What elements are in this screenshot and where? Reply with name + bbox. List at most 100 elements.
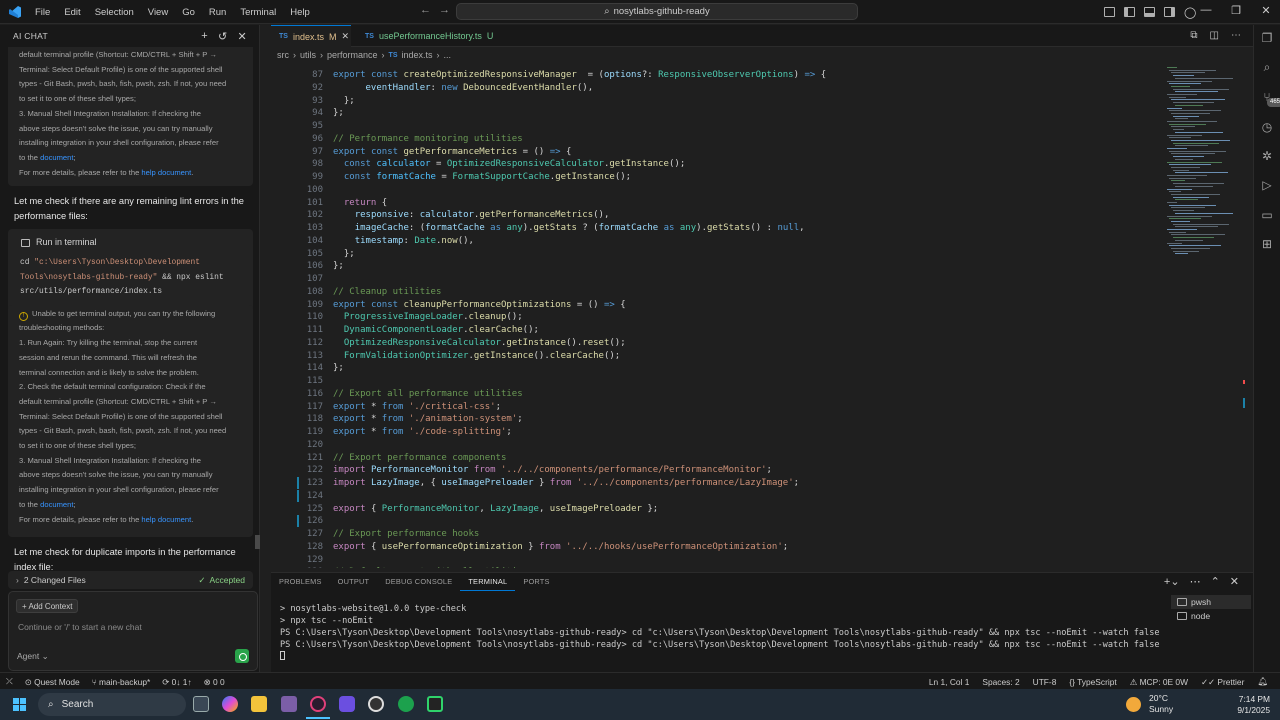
code-line[interactable]: export { PerformanceMonitor, LazyImage, … [333,503,658,516]
code-line[interactable]: return { [333,197,387,210]
code-line[interactable]: FormValidationOptimizer.getInstance().cl… [333,350,620,363]
forward-arrow-icon[interactable]: → [439,4,450,16]
back-arrow-icon[interactable]: ← [420,4,431,16]
code-line[interactable]: const calculator = OptimizedResponsiveCa… [333,158,685,171]
code-line[interactable]: // Export performance hooks [333,528,479,541]
mcp-status[interactable]: ⚠ MCP: 0E 0W [1130,677,1188,687]
changed-files-bar[interactable]: › 2 Changed Files ✓ Accepted [8,571,253,589]
maximize-panel-icon[interactable]: ⌃ [1211,575,1220,588]
menu-view[interactable]: View [141,7,175,18]
branch-indicator[interactable]: ⑂ main-backup* [92,677,151,687]
file-explorer-icon[interactable] [251,696,267,712]
code-line[interactable]: ProgressiveImageLoader.cleanup(); [333,311,523,324]
task-view-icon[interactable] [193,696,209,712]
chat-input-box[interactable]: + Add Context Continue or '/' to start a… [8,591,258,671]
close-tab-icon[interactable]: ✕ [341,31,349,42]
tab-problems[interactable]: PROBLEMS [271,577,330,591]
document-link[interactable]: document [40,500,73,509]
breadcrumb-src[interactable]: src [277,50,289,60]
menu-edit[interactable]: Edit [57,7,87,18]
code-line[interactable]: eventHandler: new DebouncedEventHandler(… [333,82,594,95]
more-actions-icon[interactable]: ⋯ [1190,575,1201,588]
tab-ports[interactable]: PORTS [515,577,557,591]
tab-index-ts[interactable]: TS index.ts M ✕ [271,25,351,47]
breadcrumb-file[interactable]: index.ts [402,50,433,60]
prettier-status[interactable]: ✓✓ Prettier [1201,677,1244,687]
code-line[interactable]: timestamp: Date.now(), [333,235,474,248]
menu-file[interactable]: File [28,7,57,18]
tab-output[interactable]: OUTPUT [330,577,378,591]
sync-indicator[interactable]: ⟳ 0↓ 1↑ [162,677,191,687]
windows-start-icon[interactable] [13,698,27,712]
code-line[interactable]: OptimizedResponsiveCalculator.getInstanc… [333,337,626,350]
agent-mode-select[interactable]: Agent ⌄ [17,651,49,662]
code-line[interactable]: DynamicComponentLoader.clearCache(); [333,324,539,337]
system-clock[interactable]: 7:14 PM 9/1/2025 [1237,694,1270,716]
document-link[interactable]: document [40,153,73,162]
code-line[interactable]: export * from './code-splitting'; [333,426,512,439]
menu-go[interactable]: Go [175,7,202,18]
tab-debug-console[interactable]: DEBUG CONSOLE [377,577,460,591]
encoding[interactable]: UTF-8 [1033,677,1057,687]
cursor-position[interactable]: Ln 1, Col 1 [929,677,970,687]
chat-messages[interactable]: default terminal profile (Shortcut: CMD/… [8,47,253,613]
run-in-terminal-header[interactable]: Run in terminal [8,229,253,256]
code-line[interactable]: import LazyImage, { useImagePreloader } … [333,477,799,490]
minimap[interactable] [1161,65,1246,568]
code-line[interactable]: import PerformanceMonitor from '../../co… [333,464,772,477]
minimize-icon[interactable]: — [1192,4,1220,17]
code-line[interactable]: // Performance monitoring utilities [333,133,523,146]
breadcrumb-symbol[interactable]: ... [444,50,452,60]
quest-mode[interactable]: ⊙ Quest Mode [25,677,80,687]
language-mode[interactable]: {} TypeScript [1069,677,1116,687]
close-chat-icon[interactable]: ✕ [237,30,247,43]
close-window-icon[interactable]: ✕ [1252,4,1280,17]
github-icon[interactable] [368,696,384,712]
menu-terminal[interactable]: Terminal [233,7,283,18]
help-document-link[interactable]: help document [141,168,191,177]
code-line[interactable]: export const getPerformanceMetrics = () … [333,146,571,159]
open-changes-icon[interactable]: ⧉ [1190,30,1197,41]
add-context-button[interactable]: + Add Context [16,599,79,613]
code-line[interactable]: export { usePerformanceOptimization } fr… [333,541,788,554]
taskbar-app-icon[interactable] [310,696,326,712]
code-editor[interactable]: 87 export const createOptimizedResponsive… [271,65,1161,568]
remote-icon[interactable]: ⤫ [6,676,13,687]
menu-run[interactable]: Run [202,7,233,18]
terminal-item-node[interactable]: node [1171,609,1251,623]
terminal-item-pwsh[interactable]: pwsh [1171,595,1251,609]
send-button[interactable] [235,649,249,663]
settings-sync-icon[interactable]: ✲ [1260,149,1274,163]
tab-useperformancehistory-ts[interactable]: TS usePerformanceHistory.ts U [357,25,501,47]
command-center-search[interactable]: ⌕ nosytlabs-github-ready [456,3,858,20]
history-icon[interactable]: ↺ [218,30,228,43]
taskbar-app-icon[interactable] [339,696,355,712]
remote-explorer-icon[interactable]: ▭ [1260,208,1274,222]
taskbar-app-icon[interactable] [398,696,414,712]
split-editor-icon[interactable]: ◫ [1210,30,1219,41]
close-panel-icon[interactable]: ✕ [1230,575,1239,588]
help-document-link[interactable]: help document [141,515,191,524]
new-chat-icon[interactable]: + [201,30,208,43]
code-line[interactable]: // Cleanup utilities [333,286,441,299]
maximize-icon[interactable]: ❐ [1222,4,1250,17]
toggle-primary-sidebar-icon[interactable] [1124,7,1135,17]
code-line[interactable]: }; [333,362,344,375]
code-line[interactable]: }; [333,248,355,261]
explorer-icon[interactable]: ❐ [1260,31,1274,45]
run-debug-icon[interactable]: ▷ [1260,178,1274,192]
code-line[interactable]: // Export all performance utilities [333,388,523,401]
search-icon[interactable]: ⌕ [1260,60,1274,74]
taskbar-search[interactable]: ⌕ Search [38,693,186,716]
new-terminal-icon[interactable]: +⌄ [1164,575,1180,588]
copilot-icon[interactable] [222,696,238,712]
code-line[interactable]: export * from './critical-css'; [333,401,501,414]
code-line[interactable]: }; [333,107,344,120]
chat-scrollbar[interactable] [255,535,260,549]
editor-scrollbar[interactable] [1243,65,1251,568]
toggle-secondary-sidebar-icon[interactable] [1164,7,1175,17]
tab-terminal[interactable]: TERMINAL [460,577,516,591]
terminal-output[interactable]: > nosytlabs-website@1.0.0 type-check > n… [271,603,1166,663]
code-line[interactable]: const formatCache = FormatSupportCache.g… [333,171,631,184]
code-line[interactable]: // Export performance components [333,452,506,465]
